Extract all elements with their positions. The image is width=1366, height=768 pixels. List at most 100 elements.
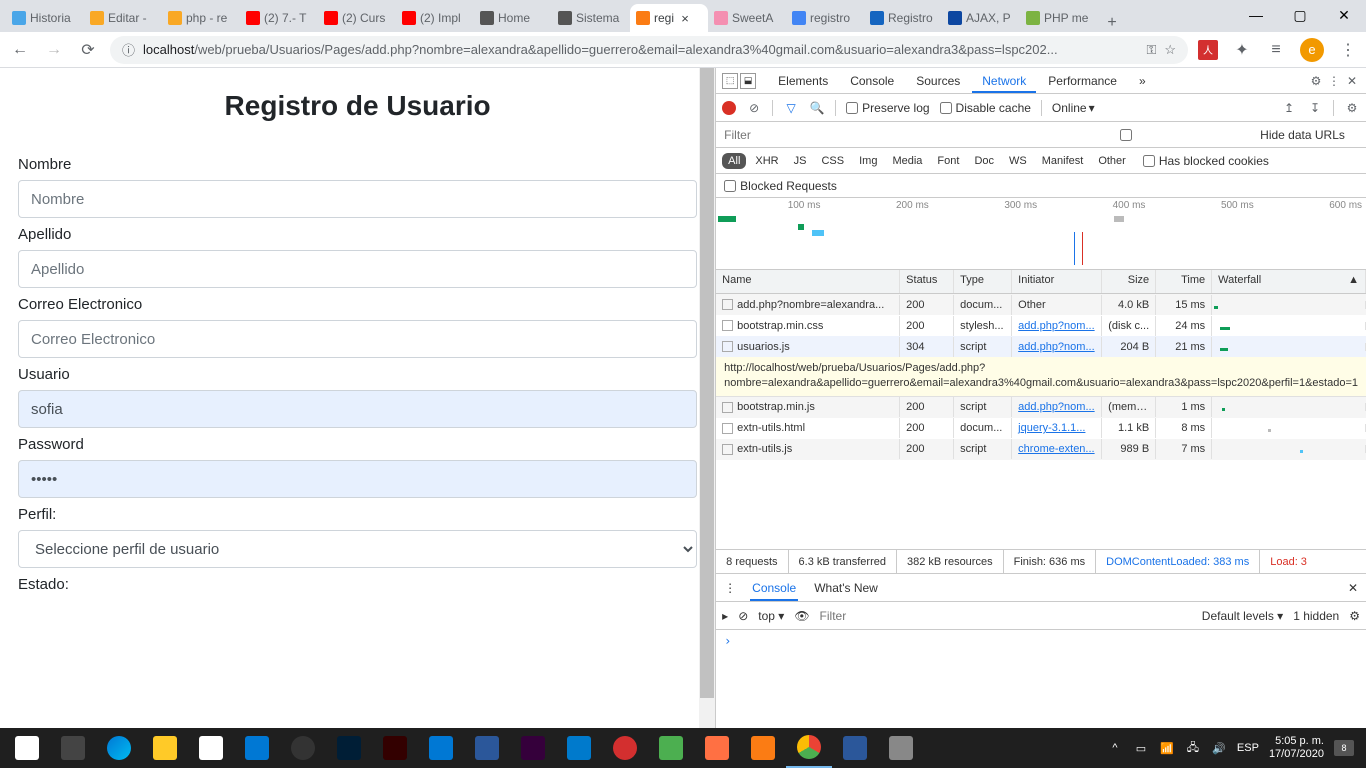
type-doc[interactable]: Doc	[968, 153, 1000, 169]
console-menu-icon[interactable]: ⋮	[724, 581, 736, 595]
network-row[interactable]: extn-utils.js 200script chrome-exten...9…	[716, 439, 1366, 460]
tab-regi-active[interactable]: regi×	[630, 4, 708, 32]
console-clear-icon[interactable]: ⊘	[738, 609, 748, 623]
col-initiator[interactable]: Initiator	[1012, 270, 1102, 293]
network-row[interactable]: add.php?nombre=alexandra... 200docum... …	[716, 294, 1366, 315]
throttle-select[interactable]: Online ▾	[1052, 101, 1095, 115]
upload-icon[interactable]: ↥	[1281, 100, 1297, 116]
network-settings-icon[interactable]: ⚙	[1344, 100, 1360, 116]
tab-sistema[interactable]: Sistema	[552, 4, 630, 32]
tray-volume-icon[interactable]: 🔊	[1211, 740, 1227, 756]
tb-app4[interactable]	[878, 728, 924, 768]
type-manifest[interactable]: Manifest	[1036, 153, 1090, 169]
tab-historia[interactable]: Historia	[6, 4, 84, 32]
disable-cache-check[interactable]: Disable cache	[940, 101, 1031, 115]
window-maximize[interactable]: ▢	[1278, 0, 1322, 30]
inspect-icon[interactable]: ⬚	[722, 73, 738, 89]
correo-input[interactable]	[18, 320, 697, 358]
type-other[interactable]: Other	[1092, 153, 1132, 169]
tray-lang[interactable]: ESP	[1237, 742, 1259, 754]
drawer-tab-console[interactable]: Console	[750, 575, 798, 601]
back-button[interactable]: ←	[8, 38, 32, 62]
log-levels-select[interactable]: Default levels ▾	[1202, 609, 1283, 623]
tab-editar[interactable]: Editar -	[84, 4, 162, 32]
context-select[interactable]: top ▾	[758, 609, 784, 623]
drawer-tab-whatsnew[interactable]: What's New	[812, 575, 880, 601]
tab-ajax[interactable]: AJAX, P	[942, 4, 1020, 32]
tab-google[interactable]: registro	[786, 4, 864, 32]
type-font[interactable]: Font	[931, 153, 965, 169]
type-ws[interactable]: WS	[1003, 153, 1033, 169]
nombre-input[interactable]	[18, 180, 697, 218]
tab-phpme[interactable]: PHP me	[1020, 4, 1098, 32]
search-icon[interactable]: 🔍	[809, 100, 825, 116]
col-time[interactable]: Time	[1156, 270, 1212, 293]
tab-console[interactable]: Console	[840, 69, 904, 93]
url-field[interactable]: ⓘ localhost/web/prueba/Usuarios/Pages/ad…	[110, 36, 1188, 64]
tb-mail[interactable]	[234, 728, 280, 768]
network-row[interactable]: bootstrap.min.js 200script add.php?nom..…	[716, 397, 1366, 418]
network-row[interactable]: extn-utils.html 200docum... jquery-3.1.1…	[716, 418, 1366, 439]
tab-sources[interactable]: Sources	[906, 69, 970, 93]
col-size[interactable]: Size	[1102, 270, 1156, 293]
tab-sweet[interactable]: SweetA	[708, 4, 786, 32]
tb-explorer[interactable]	[142, 728, 188, 768]
star-icon[interactable]: ☆	[1164, 42, 1176, 58]
tb-illustrator[interactable]	[372, 728, 418, 768]
blocked-cookies-check[interactable]: Has blocked cookies	[1143, 154, 1269, 168]
device-icon[interactable]: ⬓	[740, 73, 756, 89]
console-filter-input[interactable]	[820, 609, 1192, 623]
console-sidebar-icon[interactable]: ▸	[722, 609, 728, 623]
tab-network[interactable]: Network	[972, 69, 1036, 93]
type-media[interactable]: Media	[886, 153, 928, 169]
notifications-icon[interactable]: 8	[1334, 740, 1354, 756]
network-row[interactable]: bootstrap.min.css 200stylesh... add.php?…	[716, 315, 1366, 336]
console-settings-icon[interactable]: ⚙	[1349, 609, 1360, 623]
tb-store[interactable]	[188, 728, 234, 768]
eye-icon[interactable]: 👁	[794, 609, 809, 623]
tab-yt1[interactable]: (2) 7.- T	[240, 4, 318, 32]
type-js[interactable]: JS	[788, 153, 813, 169]
taskbar-clock[interactable]: 5:05 p. m.17/07/2020	[1269, 735, 1324, 761]
type-img[interactable]: Img	[853, 153, 883, 169]
usuario-input[interactable]	[18, 390, 697, 428]
col-name[interactable]: Name	[716, 270, 900, 293]
blocked-requests-check[interactable]: Blocked Requests	[724, 179, 837, 193]
tb-chrome[interactable]	[786, 728, 832, 768]
profile-avatar[interactable]: e	[1300, 38, 1324, 62]
type-css[interactable]: CSS	[815, 153, 850, 169]
tb-app2[interactable]	[648, 728, 694, 768]
tb-vs[interactable]	[418, 728, 464, 768]
tb-visio[interactable]	[464, 728, 510, 768]
tray-up-icon[interactable]: ^	[1107, 740, 1123, 756]
hide-data-urls-check[interactable]: Hide data URLs	[996, 128, 1345, 142]
new-tab-button[interactable]: +	[1098, 14, 1126, 32]
tb-groove[interactable]	[280, 728, 326, 768]
apellido-input[interactable]	[18, 250, 697, 288]
tb-app3[interactable]	[694, 728, 740, 768]
tb-edge[interactable]	[96, 728, 142, 768]
tab-yt2[interactable]: (2) Curs	[318, 4, 396, 32]
forward-button[interactable]: →	[42, 38, 66, 62]
col-status[interactable]: Status	[900, 270, 954, 293]
console-output[interactable]: ›	[716, 629, 1366, 728]
type-all[interactable]: All	[722, 153, 746, 169]
tab-php[interactable]: php - re	[162, 4, 240, 32]
tab-more[interactable]: »	[1129, 69, 1156, 93]
tb-word[interactable]	[832, 728, 878, 768]
window-close[interactable]: ✕	[1322, 0, 1366, 30]
reading-list-icon[interactable]: ≡	[1266, 40, 1286, 60]
settings-icon[interactable]: ⚙	[1308, 73, 1324, 89]
network-filter-input[interactable]	[724, 128, 984, 142]
close-icon[interactable]: ×	[678, 11, 692, 26]
pdf-icon[interactable]: 人	[1198, 40, 1218, 60]
tab-home[interactable]: Home	[474, 4, 552, 32]
record-button[interactable]	[722, 101, 736, 115]
menu-icon[interactable]: ⋮	[1338, 40, 1358, 60]
reload-button[interactable]: ⟳	[76, 38, 100, 62]
tb-dreamweaver[interactable]	[510, 728, 556, 768]
perfil-select[interactable]: Seleccione perfil de usuario	[18, 530, 697, 568]
filter-icon[interactable]: ▽	[783, 100, 799, 116]
scrollbar-thumb[interactable]	[700, 68, 714, 698]
window-minimize[interactable]: —	[1234, 0, 1278, 30]
